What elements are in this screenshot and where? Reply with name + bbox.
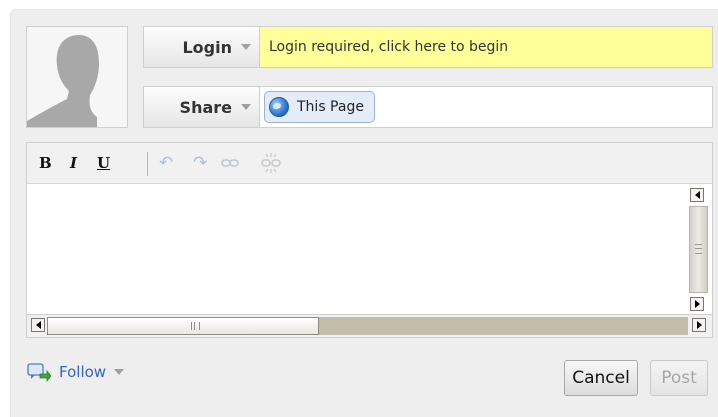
follow-label: Follow bbox=[59, 363, 107, 381]
avatar bbox=[26, 26, 128, 128]
login-required-message[interactable]: Login required, click here to begin bbox=[260, 27, 712, 67]
globe-icon bbox=[269, 97, 289, 117]
comment-editor: B I U ↶ ↷ bbox=[26, 142, 713, 338]
follow-icon bbox=[27, 363, 51, 382]
share-target-chip[interactable]: This Page bbox=[264, 91, 375, 123]
scroll-right-button[interactable] bbox=[690, 297, 704, 311]
bold-button[interactable]: B bbox=[39, 152, 52, 174]
italic-button[interactable]: I bbox=[70, 152, 77, 174]
horizontal-scrollbar[interactable] bbox=[27, 314, 712, 337]
scroll-left-button[interactable] bbox=[31, 318, 45, 332]
horizontal-scroll-thumb[interactable] bbox=[47, 317, 319, 335]
redo-icon[interactable]: ↷ bbox=[193, 152, 207, 174]
dropdown-arrow-icon bbox=[241, 104, 251, 110]
login-dropdown-button[interactable]: Login bbox=[144, 27, 260, 67]
undo-icon[interactable]: ↶ bbox=[159, 152, 173, 174]
share-target-label: This Page bbox=[297, 99, 364, 115]
editor-toolbar: B I U ↶ ↷ bbox=[27, 143, 712, 184]
link-icon[interactable] bbox=[221, 152, 239, 174]
toolbar-separator bbox=[147, 152, 148, 176]
horizontal-scroll-track[interactable] bbox=[47, 317, 688, 335]
share-row: Share This Page bbox=[143, 86, 713, 128]
scroll-grip-icon bbox=[695, 244, 702, 255]
scroll-grip-icon bbox=[191, 322, 200, 330]
vertical-scrollbar[interactable] bbox=[684, 184, 712, 315]
comment-textarea[interactable] bbox=[27, 184, 684, 315]
unlink-icon[interactable] bbox=[261, 152, 281, 174]
post-button[interactable]: Post bbox=[650, 360, 708, 396]
cancel-button[interactable]: Cancel bbox=[564, 360, 638, 396]
vertical-scroll-thumb[interactable] bbox=[689, 206, 708, 293]
login-row: Login Login required, click here to begi… bbox=[143, 26, 713, 68]
dropdown-arrow-icon bbox=[114, 369, 125, 375]
share-label: Share bbox=[179, 97, 232, 117]
scroll-left-button[interactable] bbox=[690, 188, 704, 202]
share-dropdown-button[interactable]: Share bbox=[144, 87, 260, 127]
scroll-right-button[interactable] bbox=[692, 318, 706, 332]
dropdown-arrow-icon bbox=[241, 44, 251, 50]
login-label: Login bbox=[182, 37, 232, 57]
follow-dropdown[interactable]: Follow bbox=[27, 362, 125, 382]
avatar-silhouette-icon bbox=[27, 35, 99, 127]
underline-button[interactable]: U bbox=[97, 152, 110, 174]
share-target-area: This Page bbox=[260, 87, 712, 127]
